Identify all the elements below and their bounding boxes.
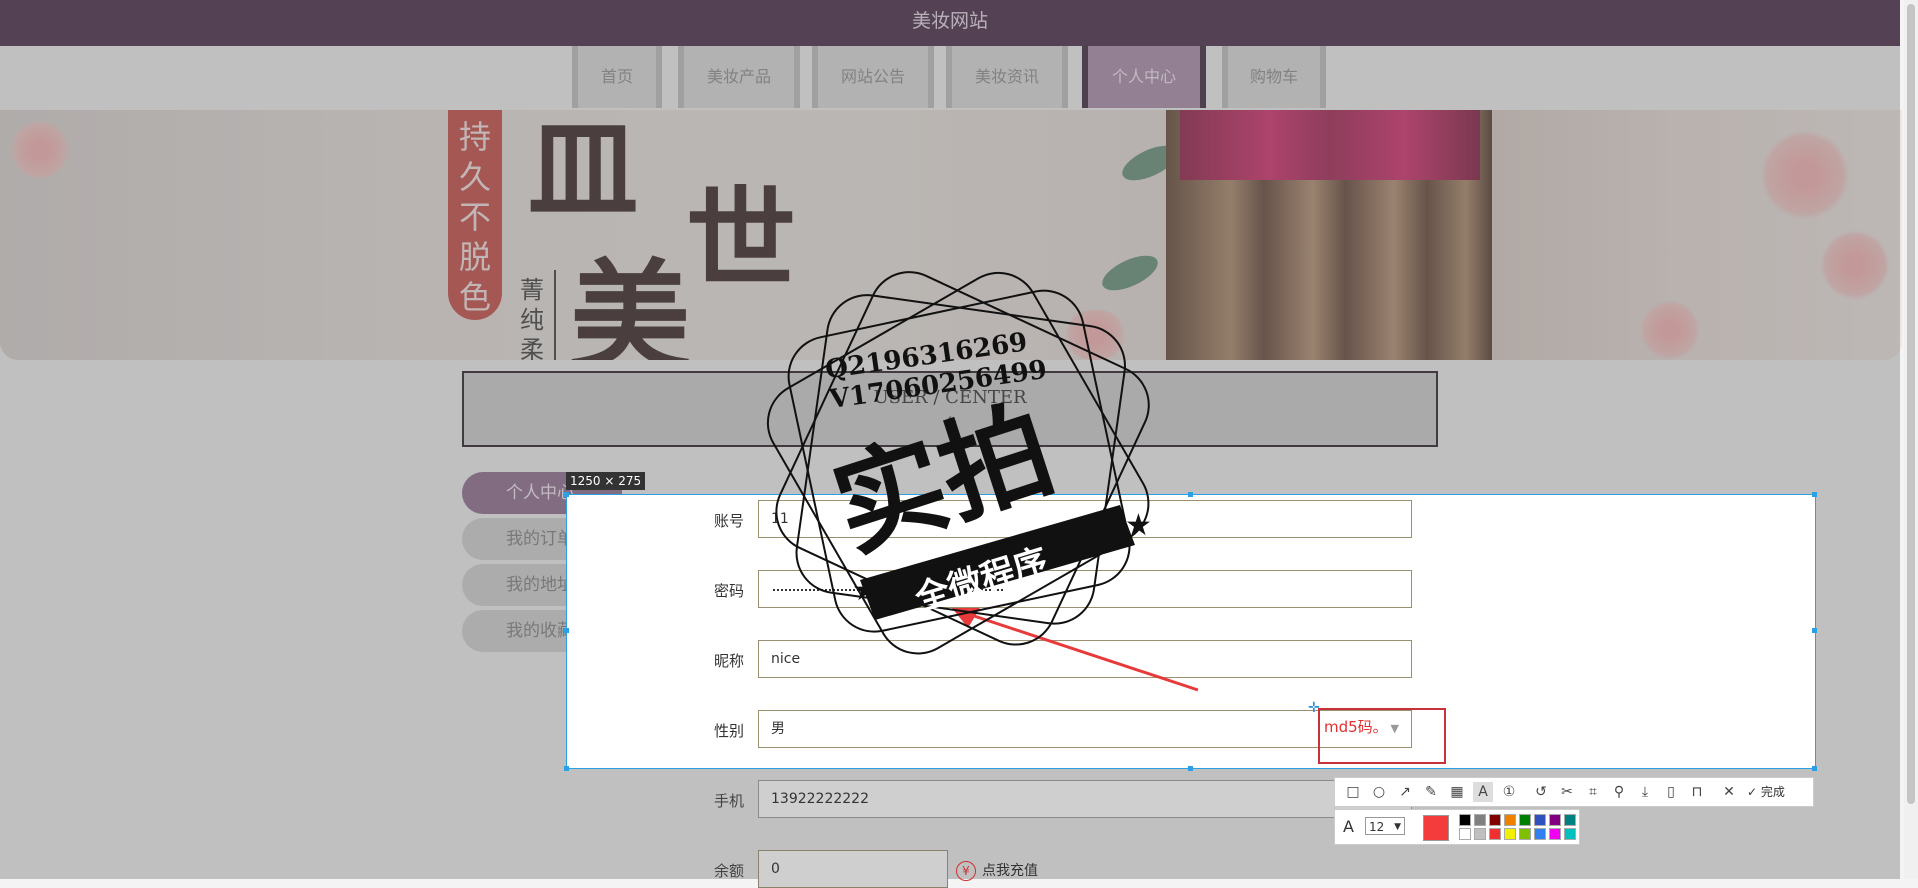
current-color-swatch[interactable] <box>1423 815 1449 841</box>
color-swatch[interactable] <box>1564 814 1576 826</box>
text-style-toolbar: A 12 ▼ <box>1334 809 1580 845</box>
color-swatch[interactable] <box>1489 814 1501 826</box>
done-label: 完成 <box>1760 785 1785 799</box>
phone-icon[interactable]: ▯ <box>1661 782 1681 802</box>
ellipse-tool-icon[interactable]: ○ <box>1369 782 1389 802</box>
font-size-select[interactable]: 12 ▼ <box>1365 817 1405 835</box>
font-size-value: 12 <box>1369 820 1385 834</box>
scissors-icon[interactable]: ✂ <box>1557 782 1577 802</box>
number-tool-icon[interactable]: ① <box>1499 782 1519 802</box>
pen-tool-icon[interactable]: ✎ <box>1421 782 1441 802</box>
done-button[interactable]: ✓ 完成 <box>1747 783 1785 800</box>
scrollbar-thumb[interactable] <box>1907 4 1915 804</box>
close-icon[interactable]: ✕ <box>1719 782 1739 802</box>
undo-icon[interactable]: ↺ <box>1531 782 1551 802</box>
color-swatch[interactable] <box>1519 828 1531 840</box>
color-swatch[interactable] <box>1474 828 1486 840</box>
crosshair-icon: ✛ <box>1308 700 1320 716</box>
arrow-tool-icon[interactable]: ↗ <box>1395 782 1415 802</box>
bookmark-icon[interactable]: ⊓ <box>1687 782 1707 802</box>
color-swatch[interactable] <box>1564 828 1576 840</box>
svg-text:★: ★ <box>1125 508 1152 543</box>
download-icon[interactable]: ⤓ <box>1635 782 1655 802</box>
color-swatch[interactable] <box>1504 828 1516 840</box>
svg-text:★: ★ <box>852 573 879 608</box>
pin-icon[interactable]: ⚲ <box>1609 782 1629 802</box>
color-swatch[interactable] <box>1474 814 1486 826</box>
watermark-stamp: Q2196316269 V17060256499 实拍 全微程序 ★ ★ <box>766 271 1152 655</box>
chevron-down-icon: ▼ <box>1394 822 1401 832</box>
color-swatch[interactable] <box>1534 814 1546 826</box>
color-swatch[interactable] <box>1459 828 1471 840</box>
check-icon: ✓ <box>1747 785 1758 799</box>
color-swatch[interactable] <box>1534 828 1546 840</box>
color-swatch[interactable] <box>1504 814 1516 826</box>
text-tool-icon[interactable]: A <box>1473 782 1493 802</box>
ocr-icon[interactable]: ⌗ <box>1583 782 1603 802</box>
screenshot-toolbar: □ ○ ↗ ✎ ▦ A ① ↺ ✂ ⌗ ⚲ ⤓ ▯ ⊓ ✕ ✓ 完成 <box>1334 777 1814 807</box>
color-swatch[interactable] <box>1459 814 1471 826</box>
color-swatch[interactable] <box>1519 814 1531 826</box>
font-icon: A <box>1343 817 1354 836</box>
color-swatch[interactable] <box>1549 814 1561 826</box>
mosaic-tool-icon[interactable]: ▦ <box>1447 782 1467 802</box>
rectangle-tool-icon[interactable]: □ <box>1343 782 1363 802</box>
color-swatch[interactable] <box>1489 828 1501 840</box>
annotation-text[interactable]: md5码。 <box>1324 716 1388 737</box>
color-swatch[interactable] <box>1549 828 1561 840</box>
